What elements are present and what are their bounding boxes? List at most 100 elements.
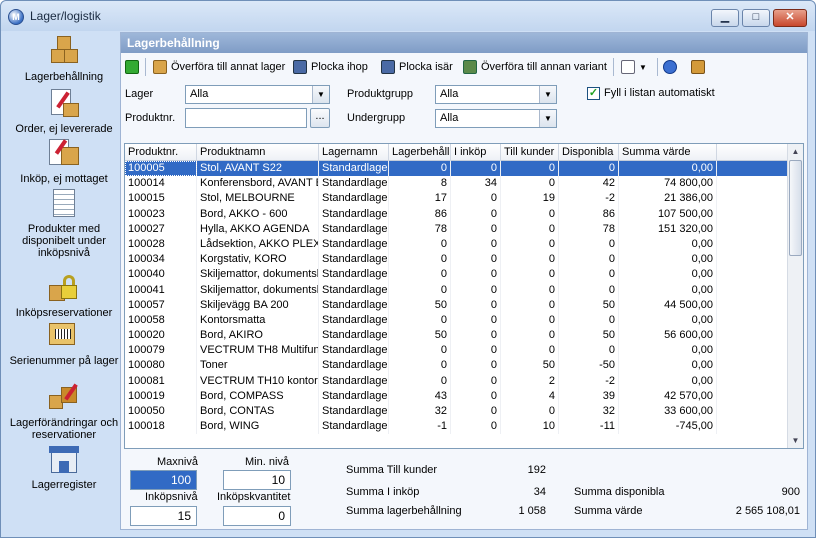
column-header[interactable]: Lagerbehålln [389,144,451,161]
nav-item-inkopsreservationer[interactable]: Inköpsreservationer [9,271,119,319]
table-cell: 100028 [125,236,197,253]
column-header[interactable]: I inköp [451,144,501,161]
app-window: M Lager/logistik ▁ □ ✕ Lagerbehållning O… [0,0,816,538]
nav-item-disponibelt[interactable]: Produkter med disponibelt under inköpsni… [9,187,119,259]
close-button[interactable]: ✕ [773,9,807,27]
sum-lagerbehallning-value: 1 058 [518,505,546,517]
column-header[interactable]: Produktnamn [197,144,319,161]
table-row[interactable]: 100041 Skiljemattor, dokumentsk Standardla… [125,282,789,298]
produktgrupp-select[interactable]: Alla ▼ [435,85,557,104]
chevron-down-icon[interactable]: ▼ [539,110,556,127]
chevron-down-icon[interactable]: ▼ [539,86,556,103]
pick-together-button[interactable]: Plocka ihop [293,58,368,76]
pick-apart-button[interactable]: Plocka isär [381,58,453,76]
exit-button[interactable] [691,58,709,76]
table-cell: 0 [501,252,559,268]
table-cell: Standardlager [319,419,389,435]
lager-select[interactable]: Alla ▼ [185,85,330,104]
table-cell: 0 [451,358,501,374]
nav-item-inkop[interactable]: Inköp, ej mottaget [9,137,119,185]
table-cell: 0 [559,282,619,298]
nav-item-label: Inköpsreservationer [15,307,113,319]
transfer-stock-button[interactable]: Överföra till annat lager [153,58,285,76]
produktnr-input[interactable] [185,108,307,128]
table-cell: Kontorsmatta [197,312,319,329]
maximize-button[interactable]: □ [742,9,770,27]
table-row[interactable]: 100057 Skiljevägg BA 200 Standardlager 50 0 0… [125,297,789,313]
table-cell: 0 [501,206,559,222]
table-cell: 0 [501,267,559,283]
table-cell: 0 [389,343,451,359]
table-row[interactable]: 100023 Bord, AKKO - 600 Standardlager 86 0 0 8… [125,206,789,222]
table-cell: 0 [389,282,451,298]
table-row[interactable]: 100081 VECTRUM TH10 kontors Standardlager 0… [125,373,789,389]
column-header[interactable]: Lagernamn [319,144,389,161]
table-row[interactable]: 100050 Bord, CONTAS Standardlager 32 0 0 32 33 … [125,404,789,420]
table-cell: 100057 [125,297,197,313]
nav-item-order[interactable]: Order, ej levererade [9,87,119,135]
column-header[interactable]: Till kunder [501,144,559,161]
inkopskvantitet-input[interactable]: 0 [223,506,291,526]
column-header[interactable]: Summa värde [619,144,717,161]
table-row[interactable]: 100019 Bord, COMPASS Standardlager 43 0 4 39 42… [125,388,789,404]
sidebar-nav: Lagerbehållning Order, ej levererade Ink… [9,31,119,531]
nav-item-lagerbehallning[interactable]: Lagerbehållning [9,35,119,83]
scrollbar-thumb[interactable] [789,160,802,256]
table-row[interactable]: 100040 Skiljemattor, dokumentsk Standardla… [125,267,789,283]
browse-product-button[interactable]: ... [310,108,330,128]
table-cell: 100019 [125,388,197,404]
vertical-scrollbar[interactable]: ▲ ▼ [787,144,803,448]
table-row[interactable]: 100028 Lådsektion, AKKO PLEX Standardlager… [125,236,789,253]
column-header[interactable]: Disponibla [559,144,619,161]
nav-item-lagerregister[interactable]: Lagerregister [9,443,119,491]
table-cell: 0 [559,267,619,283]
nav-item-lagerforandringar[interactable]: Lagerförändringar och reservationer [9,381,119,441]
stock-table[interactable]: Produktnr. Produktnamn Lagernamn Lagerbehål… [124,143,804,449]
title-bar[interactable]: M Lager/logistik ▁ □ ✕ [1,1,815,31]
autofill-checkbox[interactable]: ✓ [587,87,600,100]
table-cell: 0 [501,236,559,253]
table-cell: 100034 [125,252,197,268]
scroll-down-arrow-icon[interactable]: ▼ [788,433,803,448]
table-row[interactable]: 100058 Kontorsmatta Standardlager 0 0 0 0 0,00 [125,312,789,329]
window-title: Lager/logistik [30,9,101,23]
table-cell: Standardlager [319,358,389,374]
maxniva-input[interactable]: 100 [130,470,197,490]
transfer-variant-button[interactable]: Överföra till annan variant [463,58,607,76]
nav-item-serienummer[interactable]: Serienummer på lager [9,319,119,367]
minniva-input[interactable]: 10 [223,470,291,490]
boxes-change-icon [47,381,81,415]
table-row[interactable]: 100027 Hylla, AKKO AGENDA Standardlager 78 0… [125,221,789,237]
table-header: Produktnr. Produktnamn Lagernamn Lagerbehål… [125,144,789,161]
refresh-button[interactable] [125,58,143,76]
table-row[interactable]: 100079 VECTRUM TH8 Multifun Standardlager 0… [125,343,789,359]
table-cell: Standardlager [319,373,389,389]
minimize-button[interactable]: ▁ [711,9,739,27]
table-row[interactable]: 100005 Stol, AVANT S22 Standardlager 0 0 0 0 0,… [125,161,789,177]
table-cell: Standardlager [319,191,389,207]
table-row[interactable]: 100020 Bord, AKIRO Standardlager 50 0 0 50 56 6… [125,328,789,344]
table-cell: 21 386,00 [619,191,717,207]
table-row[interactable]: 100014 Konferensbord, AVANT B Standardlage… [125,176,789,192]
table-row[interactable]: 100080 Toner Standardlager 0 0 50 -50 0,00 [125,358,789,374]
table-cell: 100041 [125,282,197,298]
inkopsniva-input[interactable]: 15 [130,506,197,526]
table-cell: 0 [501,176,559,192]
table-cell: Standardlager [319,388,389,404]
nav-item-label: Lagerförändringar och reservationer [9,417,119,441]
table-cell: 78 [389,221,451,237]
nav-item-label: Serienummer på lager [9,355,119,367]
table-row[interactable]: 100034 Korgstativ, KORO Standardlager 0 0 0 0 0… [125,252,789,268]
chevron-down-icon[interactable]: ▼ [312,86,329,103]
table-cell: Stol, MELBOURNE [197,191,319,207]
table-row[interactable]: 100018 Bord, WING Standardlager -1 0 10 -11 -74… [125,419,789,435]
table-body: 100005 Stol, AVANT S22 Standardlager 0 0 0 0 0,… [125,161,789,435]
table-cell: -2 [559,373,619,389]
document-menu-button[interactable]: ▼ [621,58,647,76]
scroll-up-arrow-icon[interactable]: ▲ [788,144,803,159]
table-row[interactable]: 100015 Stol, MELBOURNE Standardlager 17 0 19-… [125,191,789,207]
table-cell: 0 [389,267,451,283]
help-button[interactable] [663,58,681,76]
undergrupp-select[interactable]: Alla ▼ [435,109,557,128]
column-header[interactable]: Produktnr. [125,144,197,161]
